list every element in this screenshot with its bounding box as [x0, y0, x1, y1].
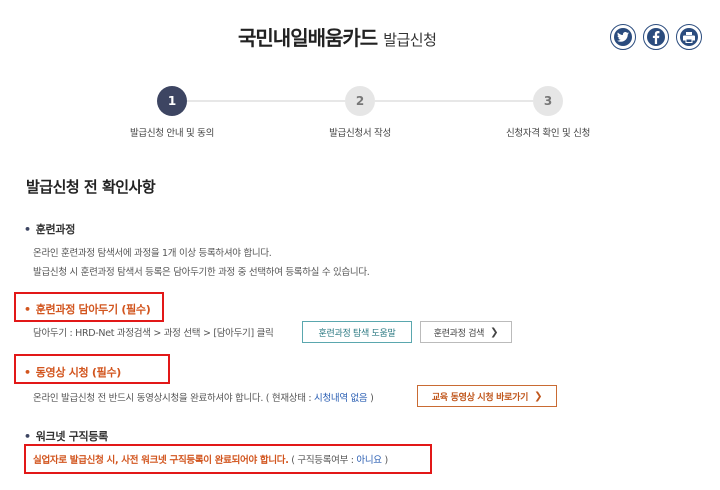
worknet-status-suffix: ) — [381, 455, 388, 466]
video-status: 시청내역 없음 — [314, 393, 368, 404]
video-title: • 동영상 시청 (필수) — [24, 364, 121, 380]
twitter-icon — [614, 28, 632, 46]
facebook-share-button[interactable] — [643, 24, 669, 50]
step-1-label: 발급신청 안내 및 동의 — [129, 128, 215, 139]
bullet: • — [24, 223, 31, 236]
watch-video-button[interactable]: 교육 동영상 시청 바로가기 ❯ — [417, 385, 557, 407]
step-3: 3 신청자격 확인 및 신청 — [448, 86, 648, 139]
bullet: • — [24, 366, 31, 379]
twitter-share-button[interactable] — [610, 24, 636, 50]
progress-stepper: 1 발급신청 안내 및 동의 2 발급신청서 작성 3 신청자격 확인 및 신청 — [0, 86, 720, 146]
step-3-circle: 3 — [533, 86, 563, 116]
video-desc-end: ) — [367, 393, 374, 404]
share-icons — [610, 24, 702, 50]
page-header: 국민내일배움카드 발급신청 — [0, 0, 720, 80]
save-course-title-text: 훈련과정 담아두기 (필수) — [35, 303, 151, 316]
page-title-sub: 발급신청 — [383, 31, 437, 49]
page-title-main: 국민내일배움카드 — [238, 26, 378, 50]
course-search-help-label: 훈련과정 탐색 도움말 — [318, 328, 396, 339]
video-desc-text: 온라인 발급신청 전 반드시 동영상시청을 완료하셔야 합니다. ( 현재상태 … — [33, 393, 314, 404]
watch-video-label: 교육 동영상 시청 바로가기 — [431, 392, 529, 403]
step-2-circle: 2 — [345, 86, 375, 116]
worknet-title: • 워크넷 구직등록 — [24, 428, 108, 444]
step-1: 1 발급신청 안내 및 동의 — [72, 86, 272, 139]
worknet-notice: 실업자로 발급신청 시, 사전 워크넷 구직등록이 완료되어야 합니다. ( 구… — [33, 452, 388, 466]
save-course-title: • 훈련과정 담아두기 (필수) — [24, 301, 151, 317]
step-1-circle: 1 — [157, 86, 187, 116]
chevron-right-icon: ❯ — [534, 390, 543, 402]
step-3-label: 신청자격 확인 및 신청 — [505, 128, 591, 139]
page-title: 국민내일배움카드 발급신청 — [238, 22, 437, 51]
course-search-button[interactable]: 훈련과정 검색 ❯ — [420, 321, 512, 343]
worknet-status-prefix: ( 구직등록여부 : — [288, 455, 357, 466]
course-title: • 훈련과정 — [24, 221, 75, 237]
print-button[interactable] — [676, 24, 702, 50]
print-icon — [680, 28, 698, 46]
course-search-label: 훈련과정 검색 — [433, 328, 485, 339]
facebook-icon — [647, 28, 665, 46]
save-course-desc: 담아두기 : HRD-Net 과정검색 > 과정 선택 > [담아두기] 클릭 — [33, 328, 274, 339]
worknet-notice-text: 실업자로 발급신청 시, 사전 워크넷 구직등록이 완료되어야 합니다. — [33, 455, 289, 466]
step-2: 2 발급신청서 작성 — [260, 86, 460, 139]
course-title-text: 훈련과정 — [35, 223, 76, 236]
course-desc-line1: 온라인 훈련과정 탐색서에 과정을 1개 이상 등록하셔야 합니다. — [33, 248, 272, 259]
course-desc-line2: 발급신청 시 훈련과정 탐색서 등록은 담아두기한 과정 중 선택하여 등록하실… — [33, 267, 370, 278]
video-title-text: 동영상 시청 (필수) — [35, 366, 122, 379]
step-2-label: 발급신청서 작성 — [329, 128, 391, 139]
video-desc: 온라인 발급신청 전 반드시 동영상시청을 완료하셔야 합니다. ( 현재상태 … — [33, 390, 374, 404]
worknet-title-text: 워크넷 구직등록 — [35, 430, 109, 443]
course-search-help-button[interactable]: 훈련과정 탐색 도움말 — [302, 321, 412, 343]
section-title: 발급신청 전 확인사항 — [26, 178, 156, 196]
bullet: • — [24, 430, 31, 443]
worknet-status: 아니요 — [356, 455, 382, 466]
bullet: • — [24, 303, 31, 316]
chevron-right-icon: ❯ — [490, 326, 499, 338]
